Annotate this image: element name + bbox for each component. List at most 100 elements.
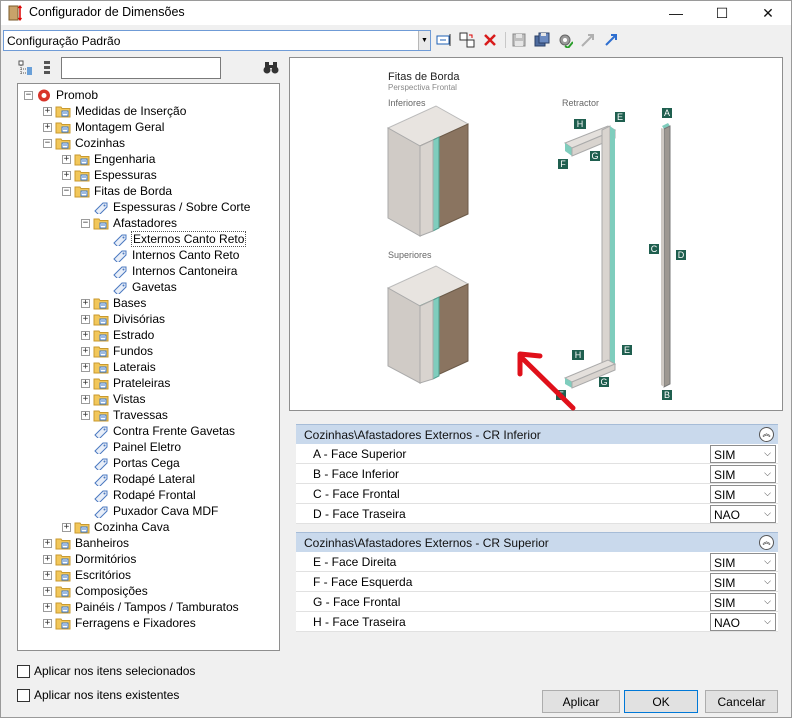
apply-button[interactable]: Aplicar <box>542 690 620 713</box>
minimize-button[interactable]: — <box>653 1 699 25</box>
tree-item[interactable]: Gavetas <box>100 279 178 295</box>
tree-item[interactable]: + Prateleiras <box>81 375 171 391</box>
tree-item[interactable]: Rodapé Frontal <box>81 487 197 503</box>
property-group-header[interactable]: Cozinhas\Afastadores Externos - CR Super… <box>296 532 778 552</box>
property-value-select[interactable]: SIM ⌵ <box>710 465 776 483</box>
tree-item[interactable]: + Laterais <box>81 359 157 375</box>
tree-item[interactable]: + Escritórios <box>43 567 132 583</box>
expand-icon[interactable]: + <box>81 346 90 356</box>
tree-item-label: Ferragens e Fixadores <box>75 616 196 630</box>
expand-icon[interactable]: + <box>43 554 52 564</box>
tree-item[interactable]: Puxador Cava MDF <box>81 503 219 519</box>
cancel-button-label: Cancelar <box>717 694 766 709</box>
tree-item[interactable]: − Afastadores <box>81 215 178 231</box>
expand-icon[interactable]: + <box>81 394 90 404</box>
apply-existing-checkbox[interactable] <box>17 688 30 702</box>
find-binoculars-icon[interactable] <box>263 61 279 75</box>
delete-configuration-button[interactable] <box>481 31 499 49</box>
expand-icon[interactable]: + <box>43 602 52 612</box>
tree-item[interactable]: Rodapé Lateral <box>81 471 196 487</box>
expand-icon[interactable]: + <box>62 170 71 180</box>
tree-item[interactable]: + Medidas de Inserção <box>43 103 187 119</box>
expand-icon[interactable]: + <box>62 154 71 164</box>
label-b: B <box>664 390 670 400</box>
ok-button[interactable]: OK <box>624 690 698 713</box>
tree-item[interactable]: + Montagem Geral <box>43 119 165 135</box>
tree-item[interactable]: + Engenharia <box>62 151 156 167</box>
collapse-icon[interactable]: − <box>81 218 90 228</box>
tree-item[interactable]: + Dormitórios <box>43 551 137 567</box>
property-value-select[interactable]: NAO ⌵ <box>710 505 776 523</box>
tree-item-label: Fundos <box>113 344 154 358</box>
property-value-select[interactable]: SIM ⌵ <box>710 553 776 571</box>
tree-search-input[interactable] <box>61 57 221 79</box>
tree-item[interactable]: Painel Eletro <box>81 439 182 455</box>
expand-icon[interactable]: + <box>62 522 71 532</box>
expand-icon[interactable]: + <box>81 362 90 372</box>
export-button[interactable] <box>602 31 620 49</box>
tree-item[interactable]: Espessuras / Sobre Corte <box>81 199 251 215</box>
tree-item[interactable]: + Estrado <box>81 327 155 343</box>
collapse-chevron-icon[interactable]: ︽ <box>759 535 774 550</box>
tree-item[interactable]: Externos Canto Reto <box>100 231 247 247</box>
expand-icon[interactable]: + <box>81 378 90 388</box>
apply-selected-option[interactable]: Aplicar nos itens selecionados <box>17 663 195 679</box>
expand-icon[interactable]: + <box>81 298 90 308</box>
tree-item[interactable]: Internos Canto Reto <box>100 247 240 263</box>
tree-item[interactable]: + Vistas <box>81 391 146 407</box>
collapse-icon[interactable]: − <box>24 90 33 100</box>
tree-item[interactable]: Internos Cantoneira <box>100 263 238 279</box>
collapse-chevron-icon[interactable]: ︽ <box>759 427 774 442</box>
import-button[interactable] <box>579 31 597 49</box>
property-value-select[interactable]: SIM ⌵ <box>710 445 776 463</box>
collapse-all-icon[interactable] <box>39 60 55 76</box>
tree-item[interactable]: Portas Cega <box>81 455 181 471</box>
tree-item[interactable]: + Ferragens e Fixadores <box>43 615 197 631</box>
expand-icon[interactable]: + <box>81 410 90 420</box>
expand-icon[interactable]: + <box>81 314 90 324</box>
close-button[interactable]: ✕ <box>745 1 791 25</box>
tree-item[interactable]: − Cozinhas <box>43 135 126 151</box>
property-value-select[interactable]: SIM ⌵ <box>710 485 776 503</box>
expand-icon[interactable]: + <box>43 538 52 548</box>
property-value-select[interactable]: NAO ⌵ <box>710 613 776 631</box>
configuration-select[interactable]: Configuração Padrão ▼ <box>3 30 431 51</box>
save-button[interactable] <box>510 31 528 49</box>
tree-item[interactable]: + Banheiros <box>43 535 130 551</box>
property-group-header[interactable]: Cozinhas\Afastadores Externos - CR Infer… <box>296 424 778 444</box>
tree-item[interactable]: + Travessas <box>81 407 169 423</box>
duplicate-configuration-button[interactable] <box>458 31 476 49</box>
expand-all-icon[interactable] <box>18 60 34 76</box>
property-value-select[interactable]: SIM ⌵ <box>710 593 776 611</box>
tree-item[interactable]: + Divisórias <box>81 311 166 327</box>
collapse-icon[interactable]: − <box>43 138 52 148</box>
tree-item[interactable]: + Espessuras <box>62 167 158 183</box>
tree-item[interactable]: + Painéis / Tampos / Tamburatos <box>43 599 240 615</box>
expand-icon[interactable]: + <box>43 570 52 580</box>
expand-icon[interactable]: + <box>43 106 52 116</box>
chevron-down-icon[interactable]: ▼ <box>418 31 430 50</box>
expand-icon[interactable]: + <box>81 330 90 340</box>
edit-configuration-button[interactable] <box>435 31 453 49</box>
category-tree[interactable]: − Promob + Medidas de Inserção + Montagem Ger… <box>17 83 280 651</box>
tree-item[interactable]: − Promob <box>24 87 99 103</box>
maximize-button[interactable]: ☐ <box>699 1 745 25</box>
cancel-button[interactable]: Cancelar <box>705 690 778 713</box>
tree-item[interactable]: + Composições <box>43 583 149 599</box>
tree-item[interactable]: Contra Frente Gavetas <box>81 423 236 439</box>
apply-selected-checkbox[interactable] <box>17 664 30 678</box>
expand-icon[interactable]: + <box>43 586 52 596</box>
tree-item[interactable]: + Bases <box>81 295 147 311</box>
label-d: D <box>678 250 685 260</box>
property-value-select[interactable]: SIM ⌵ <box>710 573 776 591</box>
tree-item-label: Cozinha Cava <box>94 520 170 534</box>
expand-icon[interactable]: + <box>43 122 52 132</box>
settings-button[interactable] <box>556 31 574 49</box>
apply-existing-option[interactable]: Aplicar nos itens existentes <box>17 687 179 703</box>
collapse-icon[interactable]: − <box>62 186 71 196</box>
tree-item[interactable]: + Fundos <box>81 343 154 359</box>
expand-icon[interactable]: + <box>43 618 52 628</box>
tree-item[interactable]: + Cozinha Cava <box>62 519 170 535</box>
tree-item[interactable]: − Fitas de Borda <box>62 183 173 199</box>
save-as-button[interactable] <box>533 31 551 49</box>
